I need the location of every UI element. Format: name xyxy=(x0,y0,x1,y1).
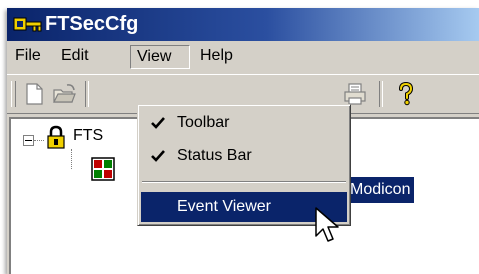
new-document-icon[interactable] xyxy=(21,81,47,107)
tree-connector xyxy=(34,140,44,141)
toolbar-separator-2 xyxy=(379,81,383,107)
menu-item-label: Event Viewer xyxy=(177,198,271,215)
menu-help[interactable]: Help xyxy=(194,45,239,69)
menu-separator xyxy=(142,181,346,183)
toolbar-separator xyxy=(85,81,89,107)
checkmark-icon xyxy=(151,117,165,129)
tree-root-label[interactable]: FTS xyxy=(73,127,103,145)
menu-bar: File Edit View Help xyxy=(7,41,479,71)
title-bar[interactable]: FTSecCfg xyxy=(7,8,479,41)
tree-child-label[interactable]: Modicon xyxy=(344,176,416,204)
tree-connector-vertical xyxy=(71,149,72,169)
mouse-pointer-icon xyxy=(315,207,339,242)
checkmark-icon xyxy=(151,150,165,162)
app-window: FTSecCfg File Edit View Help FTS Modicon… xyxy=(7,8,479,274)
menu-item-label: Toolbar xyxy=(177,114,230,131)
lock-icon xyxy=(47,125,65,149)
tree-collapse-toggle[interactable] xyxy=(23,135,34,146)
toolbar-grip[interactable] xyxy=(11,81,16,107)
device-icon xyxy=(91,157,115,181)
open-folder-icon[interactable] xyxy=(51,81,77,107)
menu-view[interactable]: View xyxy=(130,45,190,69)
menu-file[interactable]: File xyxy=(9,45,47,69)
menu-edit[interactable]: Edit xyxy=(55,45,95,69)
menu-item-status-bar[interactable]: Status Bar xyxy=(141,141,347,171)
menu-item-toolbar[interactable]: Toolbar xyxy=(141,108,347,138)
key-icon xyxy=(13,17,42,32)
menu-item-label: Status Bar xyxy=(177,147,252,164)
help-question-icon[interactable] xyxy=(393,81,419,107)
window-title: FTSecCfg xyxy=(45,13,139,35)
